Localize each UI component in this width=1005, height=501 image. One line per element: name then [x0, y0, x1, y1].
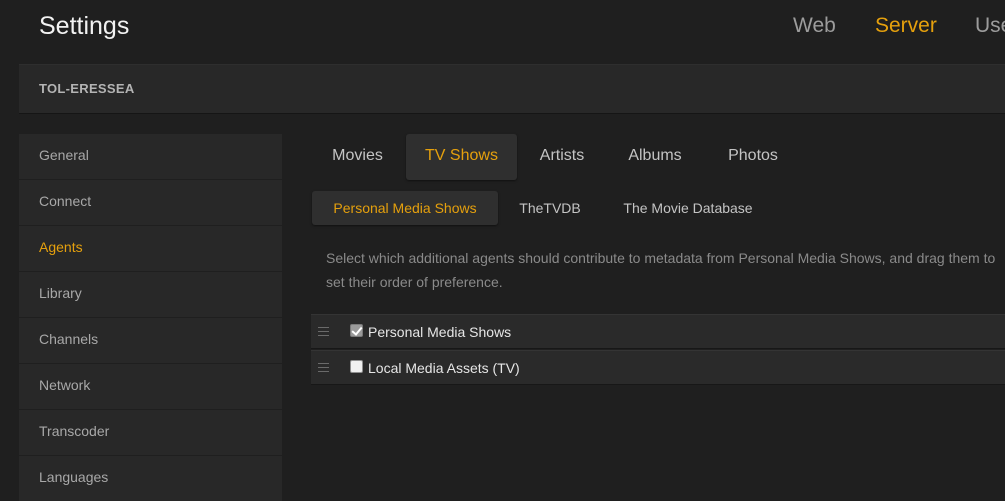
top-nav-web[interactable]: Web — [793, 12, 836, 40]
tab-albums[interactable]: Albums — [607, 134, 703, 180]
agents-content: Movies TV Shows Artists Albums Photos Pe… — [311, 134, 1005, 485]
sidebar-item-label: Agents — [39, 239, 83, 255]
sidebar-item-languages[interactable]: Languages — [19, 456, 282, 501]
top-nav-server[interactable]: Server — [875, 12, 937, 40]
drag-handle-icon[interactable] — [318, 363, 329, 372]
subtab-personal-media-shows[interactable]: Personal Media Shows — [312, 191, 498, 225]
agent-checkbox[interactable] — [350, 360, 363, 373]
sidebar-item-label: Connect — [39, 193, 92, 209]
sidebar-item-label: Transcoder — [39, 423, 110, 439]
sidebar-item-connect[interactable]: Connect — [19, 180, 282, 225]
tab-label: Photos — [728, 147, 778, 164]
sidebar-item-network[interactable]: Network — [19, 364, 282, 409]
page-header: Settings Web Server Use — [0, 0, 1005, 64]
subtab-label: The Movie Database — [623, 200, 753, 216]
tab-label: Artists — [539, 147, 585, 164]
tab-photos[interactable]: Photos — [705, 134, 801, 180]
settings-sidebar: General Connect Agents Library Channels … — [19, 134, 282, 501]
tab-artists[interactable]: Artists — [519, 134, 605, 180]
sidebar-item-channels[interactable]: Channels — [19, 318, 282, 363]
tab-label: Albums — [628, 147, 682, 164]
sidebar-item-library[interactable]: Library — [19, 272, 282, 317]
sidebar-item-label: General — [39, 147, 89, 163]
agents-description: Select which additional agents should co… — [326, 250, 996, 290]
server-name: TOL-ERESSEA — [39, 81, 135, 96]
sidebar-item-agents[interactable]: Agents — [19, 226, 282, 271]
subtab-thetvdb[interactable]: TheTVDB — [502, 191, 598, 225]
subtab-label: TheTVDB — [519, 200, 581, 216]
sidebar-item-label: Channels — [39, 331, 99, 347]
subtab-label: Personal Media Shows — [333, 200, 477, 216]
drag-handle-icon[interactable] — [318, 327, 329, 336]
agent-name: Personal Media Shows — [368, 324, 512, 340]
tab-movies[interactable]: Movies — [311, 134, 404, 180]
sidebar-item-label: Network — [39, 377, 91, 393]
sidebar-item-label: Languages — [39, 469, 109, 485]
sidebar-item-general[interactable]: General — [19, 134, 282, 179]
top-nav-users[interactable]: Use — [975, 12, 1005, 40]
agent-checkbox[interactable] — [350, 324, 363, 337]
agent-row[interactable]: Local Media Assets (TV) — [311, 350, 1005, 385]
agent-row[interactable]: Personal Media Shows — [311, 314, 1005, 349]
tab-tv-shows[interactable]: TV Shows — [406, 134, 517, 180]
page-title: Settings — [39, 12, 130, 40]
tab-label: Movies — [332, 147, 383, 164]
tab-label: TV Shows — [425, 147, 498, 164]
agent-name: Local Media Assets (TV) — [368, 360, 520, 376]
server-bar: TOL-ERESSEA — [19, 64, 1005, 114]
sidebar-item-label: Library — [39, 285, 82, 301]
sidebar-item-transcoder[interactable]: Transcoder — [19, 410, 282, 455]
subtab-the-movie-database[interactable]: The Movie Database — [602, 191, 774, 225]
